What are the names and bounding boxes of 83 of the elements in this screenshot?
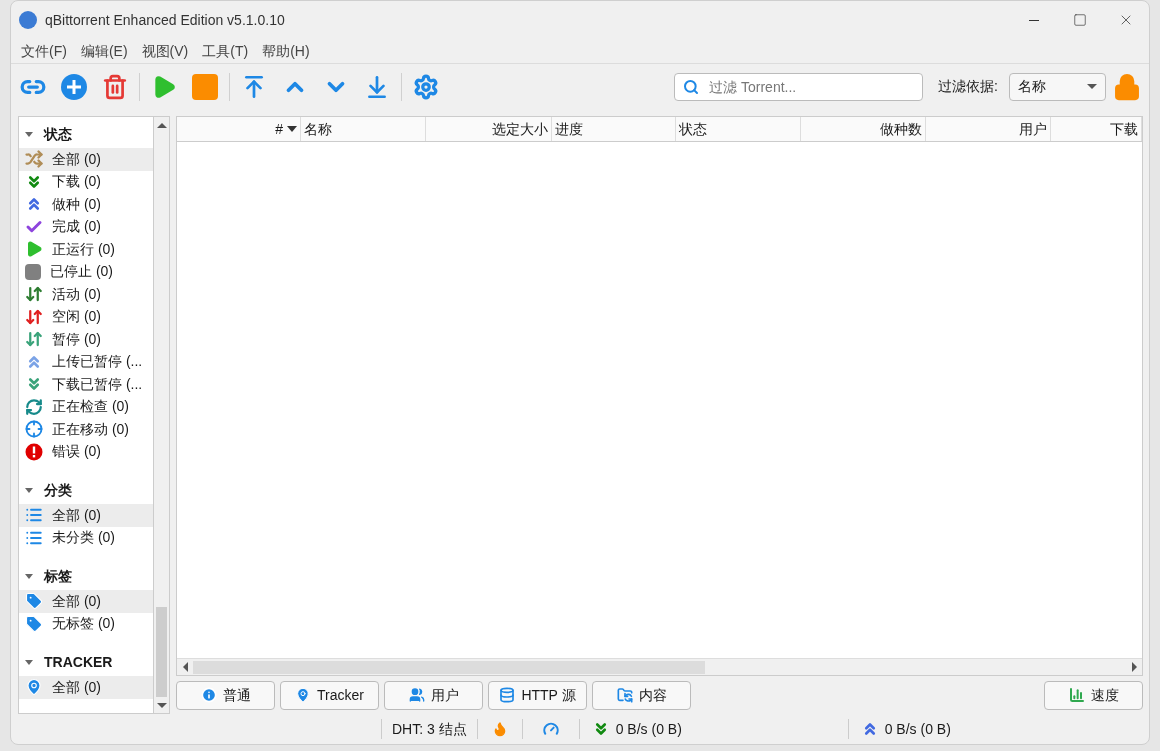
section-title: 分类	[44, 481, 72, 500]
filter-item[interactable]: 错误 (0)	[19, 440, 153, 463]
arrows-up-down-icon	[25, 330, 43, 349]
section-title: TRACKER	[44, 653, 113, 672]
section-title: 标签	[44, 567, 72, 586]
search-icon	[683, 78, 700, 95]
filter-label: 过滤依据:	[938, 77, 998, 96]
properties-tab[interactable]: 用户	[384, 680, 483, 710]
search-field[interactable]: 过滤 Torrent...	[674, 72, 924, 101]
properties-tab[interactable]: Tracker	[280, 680, 379, 710]
collapse-arrow-icon[interactable]	[25, 132, 33, 137]
users-icon	[408, 687, 425, 703]
arrows-up-down-icon	[25, 307, 43, 326]
column-header[interactable]: 选定大小	[426, 117, 552, 141]
properties-tab[interactable]: 普通	[176, 680, 275, 710]
section-title: 状态	[44, 125, 72, 144]
filter-item[interactable]: 上传已暂停 (...	[19, 350, 153, 373]
crosshair-icon	[25, 420, 43, 439]
filter-item[interactable]: 做种 (0)	[19, 193, 153, 216]
filter-item[interactable]: 正在移动 (0)	[19, 418, 153, 441]
shuffle-icon	[25, 150, 43, 169]
app-logo	[19, 11, 37, 29]
stop-button[interactable]	[192, 73, 218, 100]
column-header[interactable]: 名称	[301, 117, 426, 141]
arrows-up-down-icon	[25, 285, 43, 304]
horizontal-scrollbar[interactable]	[177, 658, 1142, 675]
menu-item[interactable]: 视图(V)	[139, 40, 191, 62]
filter-item[interactable]: 未分类 (0)	[19, 526, 153, 549]
filter-item[interactable]: 全部 (0)	[19, 504, 153, 527]
refresh-icon	[25, 397, 43, 416]
column-header[interactable]: 下载	[1051, 117, 1142, 141]
pin-icon	[25, 678, 43, 697]
filter-item[interactable]: 完成 (0)	[19, 215, 153, 238]
filter-item[interactable]: 下载已暂停 (...	[19, 373, 153, 396]
dht-status: DHT: 3 结点	[391, 719, 468, 739]
minimize-icon	[1029, 19, 1039, 21]
properties-tab[interactable]: 内容	[592, 680, 691, 710]
speedometer-icon	[542, 721, 559, 737]
menu-item[interactable]: 工具(T)	[200, 40, 251, 62]
speed-button[interactable]: 速度	[1044, 680, 1143, 710]
menu-item[interactable]: 帮助(H)	[260, 40, 312, 62]
filter-item[interactable]: 暂停 (0)	[19, 328, 153, 351]
properties-tab[interactable]: HTTP 源	[488, 680, 587, 710]
filter-item[interactable]: 全部 (0)	[19, 676, 153, 699]
filter-item[interactable]: 下载 (0)	[19, 170, 153, 193]
column-header[interactable]: 做种数	[801, 117, 926, 141]
column-header[interactable]: #	[177, 117, 301, 141]
settings-icon[interactable]	[413, 73, 439, 100]
filter-item[interactable]: 全部 (0)	[19, 590, 153, 613]
collapse-arrow-icon[interactable]	[25, 574, 33, 579]
info-icon	[200, 687, 217, 703]
column-header[interactable]: 状态	[676, 117, 801, 141]
maximize-icon	[1073, 13, 1087, 27]
filter-item[interactable]: 全部 (0)	[19, 148, 153, 171]
collapse-arrow-icon[interactable]	[25, 488, 33, 493]
filter-item[interactable]: 正运行 (0)	[19, 238, 153, 261]
pin-icon	[295, 687, 312, 703]
menu-item[interactable]: 文件(F)	[19, 40, 69, 62]
add-icon[interactable]	[61, 73, 87, 100]
folder-icon	[616, 687, 633, 703]
window-title: qBittorrent Enhanced Edition v5.1.0.10	[45, 10, 285, 30]
filter-item[interactable]: 活动 (0)	[19, 283, 153, 306]
tag-icon	[25, 592, 43, 611]
lock-icon[interactable]	[1113, 71, 1141, 102]
delete-icon[interactable]	[102, 73, 128, 100]
menu-item[interactable]: 编辑(E)	[78, 40, 130, 62]
column-header[interactable]: 进度	[552, 117, 676, 141]
column-header[interactable]: 用户	[926, 117, 1051, 141]
filter-item[interactable]: 空闲 (0)	[19, 305, 153, 328]
upload-speed: 0 B/s (0 B)	[884, 719, 951, 739]
filter-dropdown[interactable]: 名称	[1009, 72, 1106, 101]
bar-chart-icon	[1068, 687, 1085, 703]
download-speed: 0 B/s (0 B)	[615, 719, 683, 739]
filter-item[interactable]: 已停止 (0)	[19, 260, 153, 283]
play-icon	[25, 240, 43, 259]
tag-icon	[25, 614, 43, 633]
filter-item[interactable]: 正在检查 (0)	[19, 395, 153, 418]
vertical-scrollbar[interactable]	[153, 116, 170, 714]
filter-item[interactable]: 无标签 (0)	[19, 612, 153, 635]
database-icon	[499, 687, 516, 703]
error-icon	[25, 442, 43, 461]
collapse-arrow-icon[interactable]	[25, 660, 33, 665]
square-icon	[25, 263, 41, 280]
